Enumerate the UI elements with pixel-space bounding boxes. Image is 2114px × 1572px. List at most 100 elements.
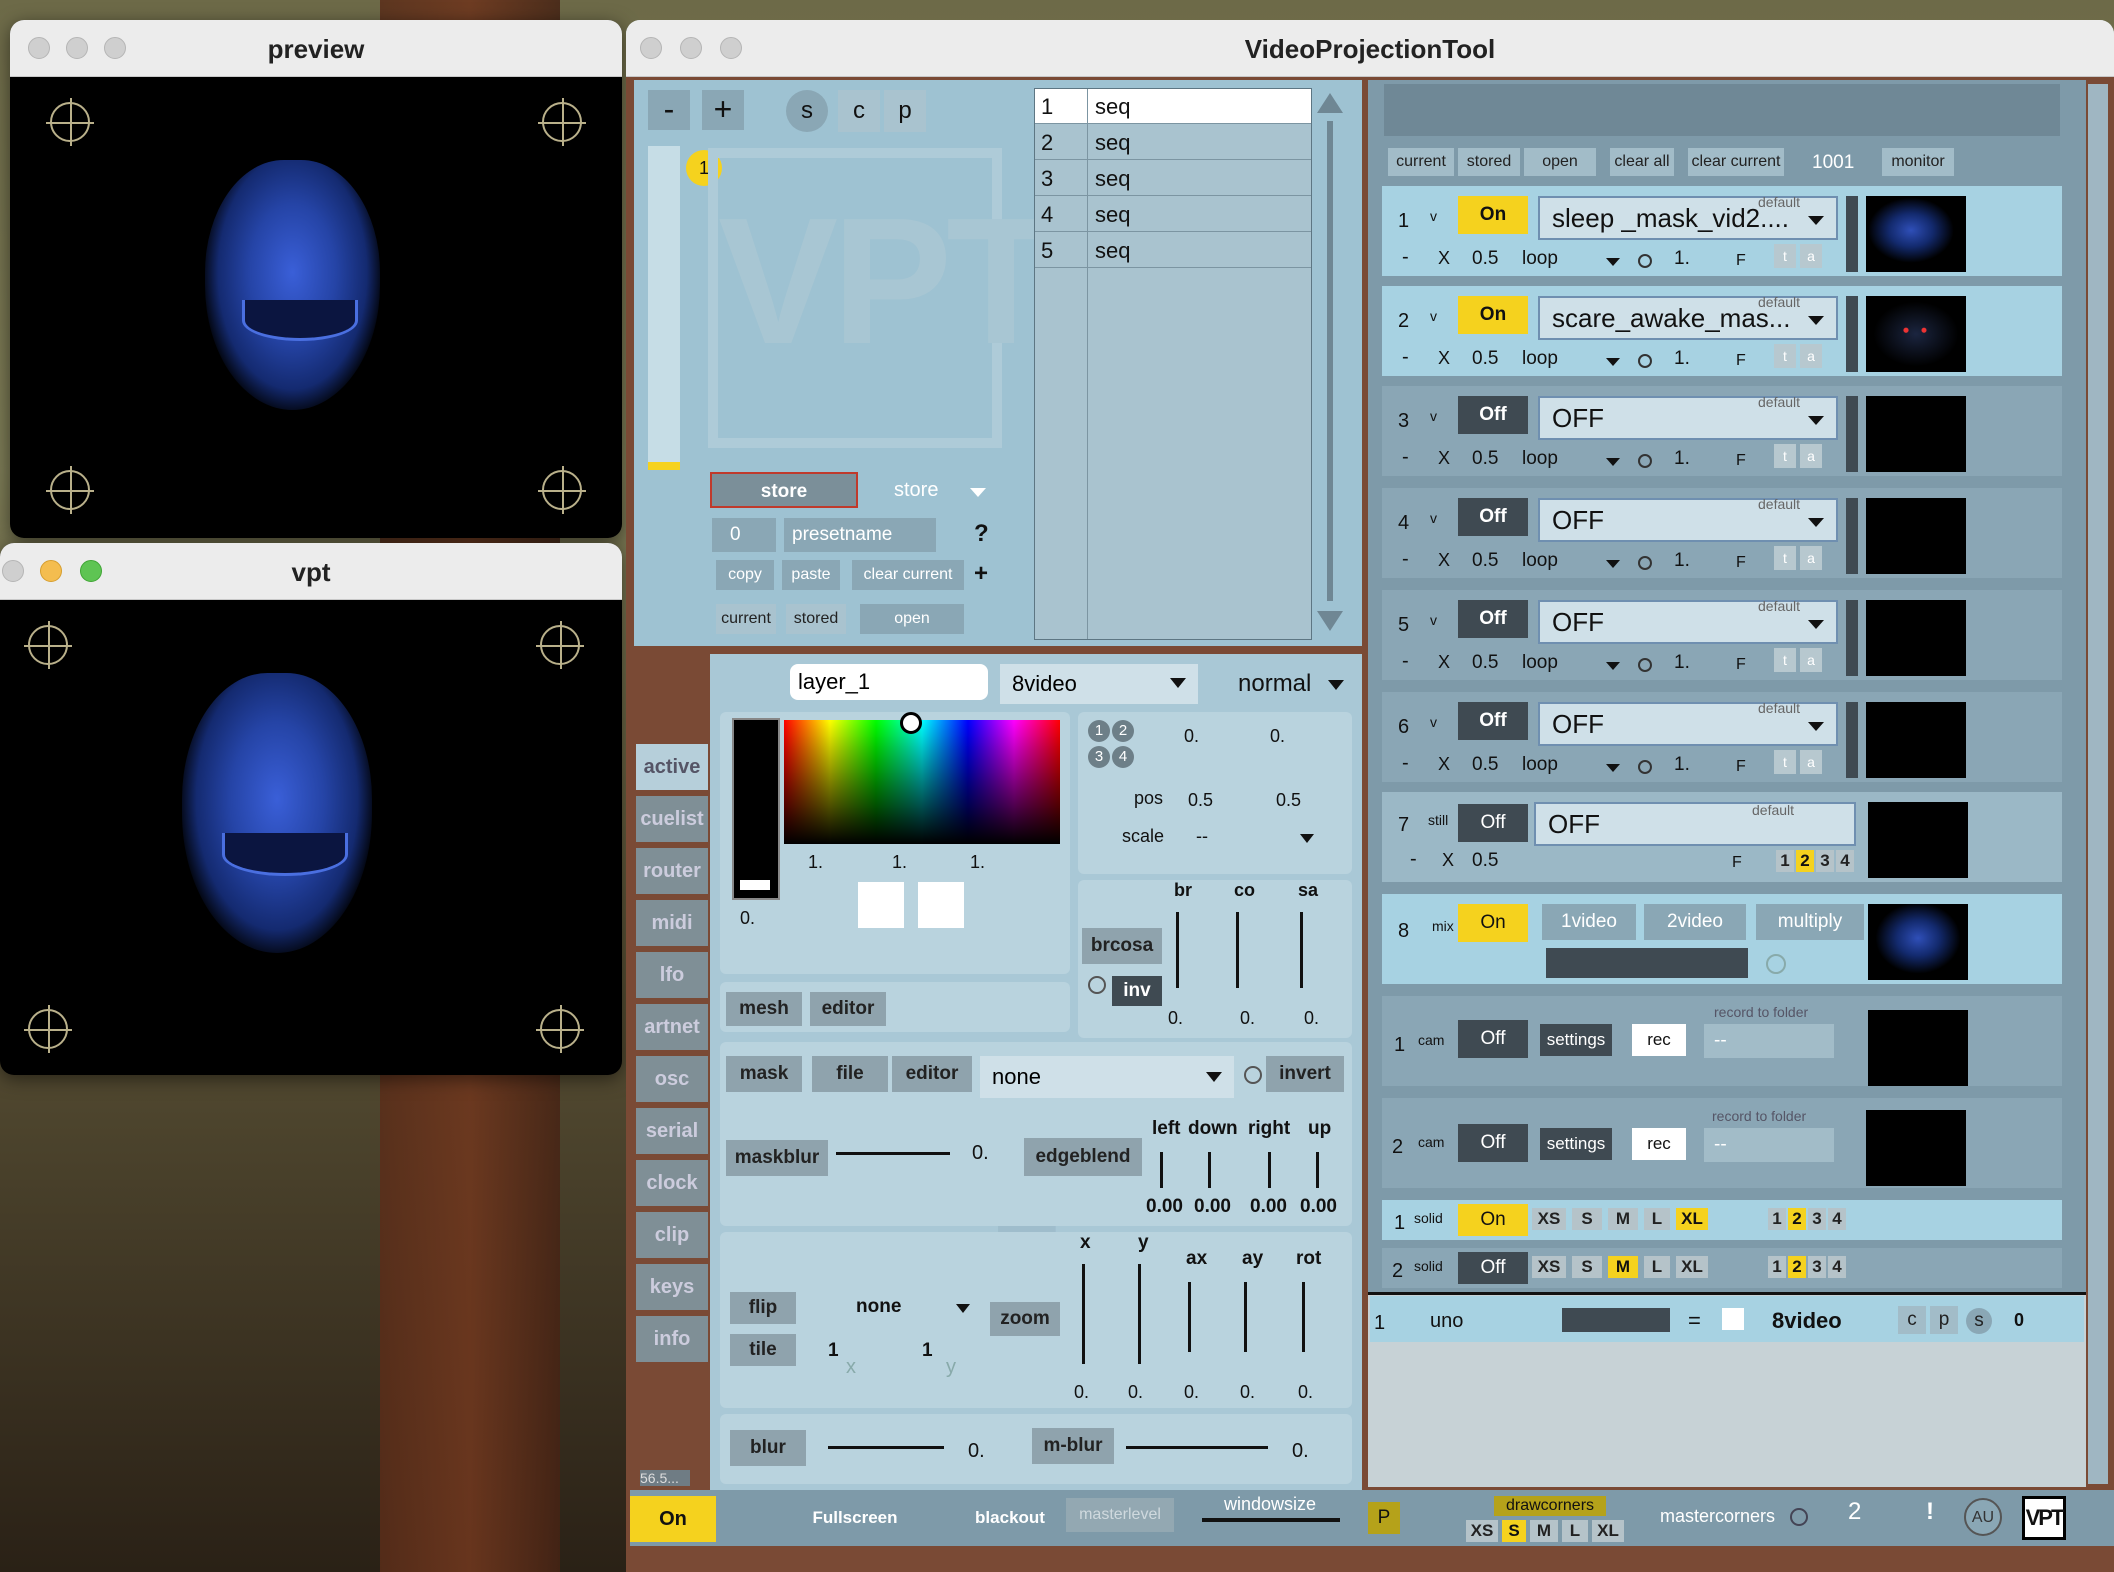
chevron-down-icon[interactable] [1808, 620, 1824, 629]
slot-state-button[interactable]: Off [1458, 804, 1528, 842]
solid-size-m[interactable]: M [1608, 1208, 1638, 1230]
slot-mode-select[interactable]: loop [1522, 448, 1558, 470]
slot-toggle-icon[interactable] [1638, 556, 1652, 570]
drawcorners-s[interactable]: S [1502, 1520, 1526, 1542]
preset-p-button[interactable]: p [884, 90, 926, 132]
slot-a-button[interactable]: a [1800, 444, 1822, 468]
edgeblend-button[interactable]: edgeblend [1024, 1138, 1142, 1176]
slot-f[interactable]: F [1736, 656, 1746, 674]
tile-button[interactable]: tile [730, 1334, 796, 1366]
preset-list-row[interactable]: 1 seq [1035, 89, 1311, 124]
brcosa-toggle-icon[interactable] [1088, 976, 1106, 994]
zoom-button[interactable]: zoom [990, 1302, 1060, 1336]
output-source[interactable]: 8video [1772, 1308, 1842, 1334]
flip-button[interactable]: flip [730, 1292, 796, 1324]
cam-rec-button[interactable]: rec [1632, 1128, 1686, 1160]
slot-thumbnail[interactable] [1866, 600, 1966, 676]
tab-cuelist[interactable]: cuelist [636, 796, 708, 842]
slot-mode-select[interactable]: loop [1522, 550, 1558, 572]
slot-level-meter[interactable] [1846, 702, 1858, 778]
co-slider[interactable] [1236, 912, 1239, 988]
slot-mode-select[interactable]: loop [1522, 348, 1558, 370]
output-name[interactable]: uno [1430, 1310, 1463, 1333]
slot-thumbnail[interactable] [1868, 802, 1968, 878]
corner-handle-icon[interactable] [24, 621, 72, 669]
corner-handle-icon[interactable] [46, 466, 94, 514]
mesh-button[interactable]: mesh [726, 992, 802, 1026]
cam-state-button[interactable]: Off [1458, 1020, 1528, 1058]
slot-t-button[interactable]: t [1774, 546, 1796, 570]
slot-rate[interactable]: 1. [1674, 248, 1690, 270]
tab-clip[interactable]: clip [636, 1212, 708, 1258]
slot-rate[interactable]: 1. [1674, 754, 1690, 776]
preset-current-button[interactable]: current [716, 604, 776, 634]
slot-f[interactable]: F [1736, 758, 1746, 776]
blue-value[interactable]: 1. [970, 852, 985, 873]
corner-handle-icon[interactable] [46, 98, 94, 146]
output-s-button[interactable]: s [1966, 1308, 1992, 1334]
slot-f[interactable]: F [1736, 252, 1746, 270]
monitor-button[interactable]: monitor [1882, 148, 1954, 176]
preset-list[interactable]: 1 seq 2 seq 3 seq 4 seq 5 seq [1034, 88, 1343, 640]
preset-list-row[interactable]: 4 seq [1035, 197, 1311, 232]
tile-y-select[interactable]: 1 [922, 1340, 933, 1362]
paste-button[interactable]: paste [782, 560, 840, 590]
slot-minus[interactable]: - [1410, 848, 1417, 871]
corner-handle-icon[interactable] [24, 1005, 72, 1053]
maskblur-button[interactable]: maskblur [726, 1140, 828, 1176]
solid-state-button[interactable]: On [1458, 1204, 1528, 1236]
blur-button[interactable]: blur [730, 1430, 806, 1466]
preset-c-button[interactable]: c [838, 90, 880, 132]
window-scrollbar[interactable] [2088, 84, 2108, 1484]
mesh-editor-button[interactable]: editor [810, 992, 886, 1026]
mixer-stored-button[interactable]: stored [1458, 148, 1520, 176]
slot-toggle-icon[interactable] [1638, 254, 1652, 268]
slot-toggle-icon[interactable] [1638, 354, 1652, 368]
slot-toggle-icon[interactable] [1638, 658, 1652, 672]
y-slider[interactable] [1138, 1264, 1141, 1364]
mix-2video-button[interactable]: 2video [1644, 904, 1746, 940]
chevron-down-icon[interactable] [1606, 560, 1620, 568]
ax-slider[interactable] [1188, 1282, 1191, 1352]
slot-f[interactable]: F [1736, 352, 1746, 370]
mix-crossfader[interactable] [1546, 948, 1748, 978]
mask-editor-button[interactable]: editor [892, 1056, 972, 1092]
quad-badge-1[interactable]: 1 [1088, 720, 1110, 742]
drawcorners-m[interactable]: M [1530, 1520, 1558, 1542]
quad-badge-2[interactable]: 2 [1112, 720, 1134, 742]
slot-file-select[interactable]: OFF [1534, 802, 1856, 846]
store-menu-label[interactable]: store [894, 479, 938, 502]
solid-size-l[interactable]: L [1644, 1208, 1670, 1230]
slot-toggle-icon[interactable] [1638, 760, 1652, 774]
mask-button[interactable]: mask [726, 1056, 802, 1092]
solid-num-4[interactable]: 4 [1828, 1256, 1846, 1278]
help-icon[interactable]: ? [974, 520, 989, 548]
drawcorners-xl[interactable]: XL [1592, 1520, 1624, 1542]
au-button[interactable]: AU [1964, 1498, 2002, 1536]
masterlevel-button[interactable]: masterlevel [1066, 1498, 1174, 1532]
chevron-down-icon[interactable] [1808, 518, 1824, 527]
cam-rec-button[interactable]: rec [1632, 1024, 1686, 1056]
chevron-down-icon[interactable] [970, 488, 986, 497]
chevron-down-icon[interactable] [1606, 764, 1620, 772]
slot-level-meter[interactable] [1846, 196, 1858, 272]
tab-osc[interactable]: osc [636, 1056, 708, 1102]
chevron-down-icon[interactable] [1606, 258, 1620, 266]
mix-1video-button[interactable]: 1video [1542, 904, 1636, 940]
mix-mode-button[interactable]: multiply [1756, 904, 1864, 940]
slot-thumbnail[interactable] [1866, 1110, 1966, 1186]
mixer-current-button[interactable]: current [1388, 148, 1454, 176]
main-titlebar[interactable]: VideoProjectionTool [626, 20, 2114, 77]
mixer-open-button[interactable]: open [1524, 148, 1596, 176]
mastercorners-label[interactable]: mastercorners [1660, 1506, 1775, 1527]
slot-rate[interactable]: 1. [1674, 652, 1690, 674]
chevron-down-icon[interactable] [1606, 662, 1620, 670]
color-picker[interactable] [784, 712, 1060, 844]
alert-icon[interactable]: ! [1926, 1498, 1934, 1526]
scroll-up-icon[interactable] [1317, 93, 1343, 113]
slot-thumbnail[interactable] [1866, 702, 1966, 778]
slot-minus[interactable]: - [1402, 650, 1409, 673]
color-level-slider[interactable] [732, 718, 780, 900]
still-num-4[interactable]: 4 [1836, 850, 1854, 872]
solid-num-2[interactable]: 2 [1788, 1208, 1806, 1230]
